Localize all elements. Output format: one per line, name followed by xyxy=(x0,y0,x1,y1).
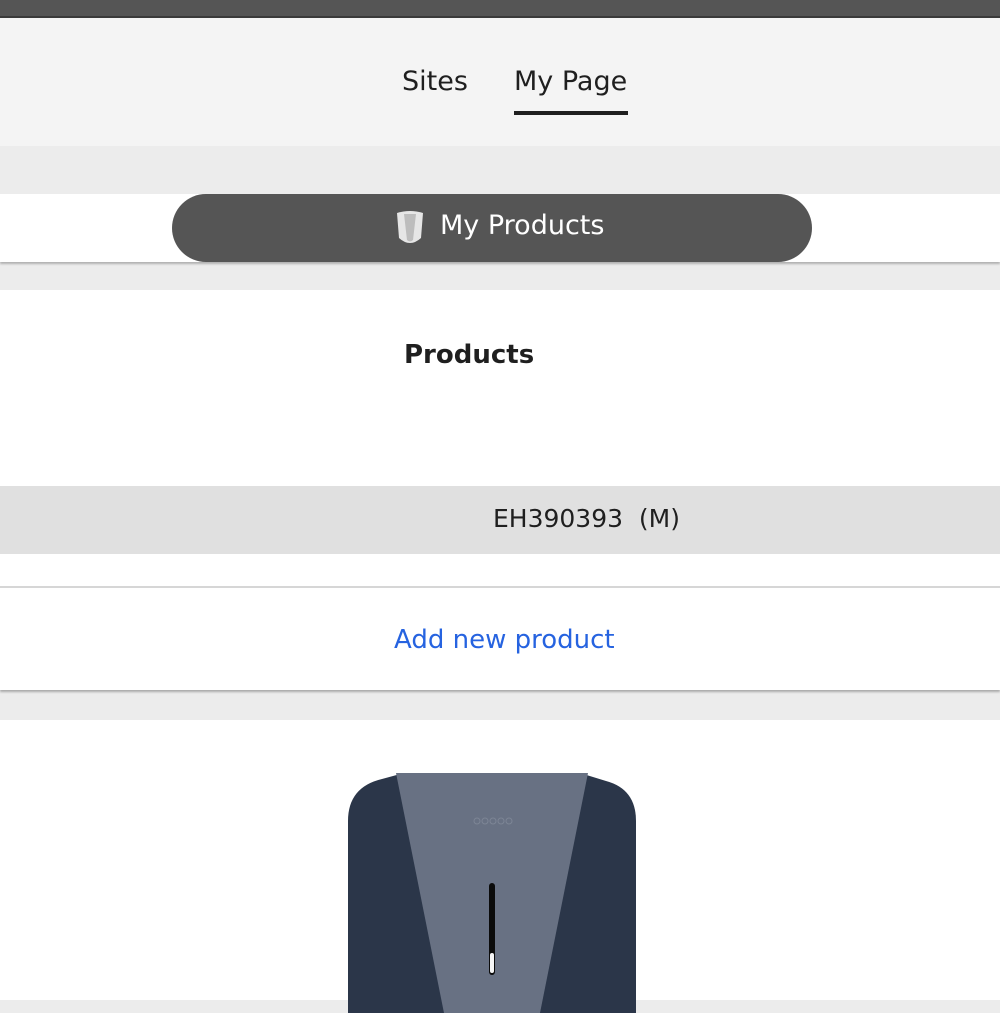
divider xyxy=(0,586,1000,588)
top-status-bar xyxy=(0,0,1000,18)
tab-my-page[interactable]: My Page xyxy=(514,64,627,100)
add-new-product-link[interactable]: Add new product xyxy=(394,623,615,657)
ev-charger-image xyxy=(348,773,636,1013)
tab-sites[interactable]: Sites xyxy=(402,64,468,100)
my-products-button[interactable]: My Products xyxy=(172,194,812,262)
products-title: Products xyxy=(404,340,535,370)
my-products-label: My Products xyxy=(440,210,605,241)
product-id-label: EH390393 (M) xyxy=(493,504,680,533)
products-card: Products EH390393 (M) Add new product xyxy=(0,290,1000,690)
product-list-item[interactable]: EH390393 (M) xyxy=(0,486,1000,554)
top-navigation: Sites My Page xyxy=(0,18,1000,146)
active-tab-indicator xyxy=(514,111,628,115)
product-image-area xyxy=(0,720,1000,1013)
charger-shield-icon xyxy=(397,211,423,243)
